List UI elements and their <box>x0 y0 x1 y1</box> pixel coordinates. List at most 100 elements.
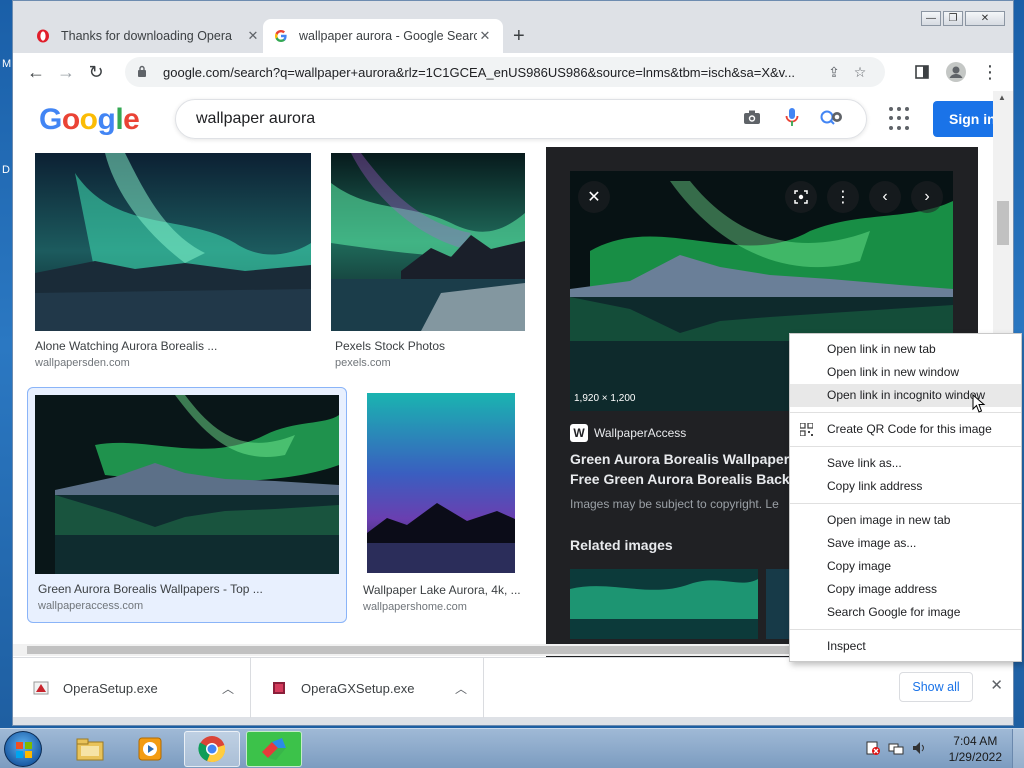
scroll-up-icon[interactable]: ▲ <box>998 93 1006 102</box>
tab-google-search[interactable]: wallpaper aurora - Google Search ✕ <box>263 19 503 53</box>
menu-item-open-image-new-tab[interactable]: Open image in new tab <box>790 509 1021 532</box>
close-preview-icon[interactable]: ✕ <box>578 181 610 213</box>
camera-icon[interactable] <box>732 109 772 130</box>
start-button[interactable] <box>4 731 42 767</box>
result-source[interactable]: pexels.com <box>335 357 391 369</box>
preview-site[interactable]: W WallpaperAccess <box>570 424 686 442</box>
mouse-cursor-icon <box>972 394 986 413</box>
google-logo-letter: e <box>123 103 140 136</box>
close-shelf-icon[interactable]: ✕ <box>990 676 1003 694</box>
menu-item-search-google-for-image[interactable]: Search Google for image <box>790 601 1021 624</box>
preview-title[interactable]: Green Aurora Borealis Wallpaper Free Gre… <box>570 449 800 489</box>
result-thumbnail[interactable] <box>35 395 339 574</box>
chevron-up-icon[interactable]: ︿ <box>216 680 240 697</box>
menu-separator <box>790 503 1021 504</box>
related-images-heading: Related images <box>570 537 673 553</box>
menu-item-open-link-new-window[interactable]: Open link in new window <box>790 361 1021 384</box>
preview-title-line[interactable]: Free Green Aurora Borealis Backg <box>570 469 800 489</box>
back-button[interactable]: ← <box>21 57 51 87</box>
menu-separator <box>790 412 1021 413</box>
close-tab-icon[interactable]: ✕ <box>245 28 261 44</box>
reload-button[interactable]: ↻ <box>81 57 111 87</box>
result-source[interactable]: wallpapersden.com <box>35 357 130 369</box>
menu-item-save-link-as[interactable]: Save link as... <box>790 452 1021 475</box>
menu-item-open-link-new-tab[interactable]: Open link in new tab <box>790 338 1021 361</box>
tab-strip: Thanks for downloading Opera ✕ wallpaper… <box>13 19 1013 53</box>
previous-image-icon[interactable]: ‹ <box>869 181 901 213</box>
desktop-icon-label: D <box>2 164 10 176</box>
tab-opera-download[interactable]: Thanks for downloading Opera ✕ <box>25 19 271 53</box>
result-source[interactable]: wallpapershome.com <box>363 601 467 613</box>
forward-button[interactable]: → <box>51 57 81 87</box>
close-tab-icon[interactable]: ✕ <box>477 28 493 44</box>
taskbar: 7:04 AM 1/29/2022 <box>0 728 1024 768</box>
result-caption[interactable]: Wallpaper Lake Aurora, 4k, ... <box>363 583 521 597</box>
copyright-notice: Images may be subject to copyright. Le <box>570 497 779 511</box>
network-icon[interactable] <box>888 741 904 758</box>
preview-title-line[interactable]: Green Aurora Borealis Wallpaper <box>570 449 800 469</box>
menu-item-copy-link-address[interactable]: Copy link address <box>790 475 1021 498</box>
menu-item-create-qr-code[interactable]: Create QR Code for this image <box>790 418 1021 441</box>
qr-code-icon <box>800 423 813 436</box>
chevron-up-icon[interactable]: ︿ <box>449 680 473 697</box>
google-header: Google wallpaper aurora Sign in <box>13 91 993 147</box>
menu-item-inspect[interactable]: Inspect <box>790 635 1021 658</box>
next-image-icon[interactable]: › <box>911 181 943 213</box>
google-logo-letter: l <box>115 103 124 136</box>
url-text[interactable]: google.com/search?q=wallpaper+aurora&rlz… <box>163 65 821 80</box>
system-clock[interactable]: 7:04 AM 1/29/2022 <box>949 733 1002 765</box>
image-result[interactable]: Alone Watching Aurora Borealis ... wallp… <box>31 149 331 379</box>
clock-time: 7:04 AM <box>953 734 998 748</box>
menu-item-save-image-as[interactable]: Save image as... <box>790 532 1021 555</box>
more-menu-icon[interactable]: ⋮ <box>975 57 1005 87</box>
lens-icon[interactable] <box>785 181 817 213</box>
scrollbar-thumb[interactable] <box>27 646 847 654</box>
download-filename[interactable]: OperaGXSetup.exe <box>301 681 449 696</box>
result-caption[interactable]: Pexels Stock Photos <box>335 339 445 353</box>
menu-item-copy-image-address[interactable]: Copy image address <box>790 578 1021 601</box>
scrollbar-thumb[interactable] <box>997 201 1009 245</box>
lock-icon[interactable] <box>137 65 153 80</box>
download-item[interactable]: OperaSetup.exe ︿ <box>13 658 251 718</box>
preview-more-icon[interactable]: ⋮ <box>827 181 859 213</box>
clock-date: 1/29/2022 <box>948 750 1002 764</box>
bookmark-star-icon[interactable]: ☆ <box>847 64 873 81</box>
result-thumbnail[interactable] <box>331 153 525 331</box>
show-all-downloads-button[interactable]: Show all <box>899 672 973 702</box>
result-thumbnail[interactable] <box>367 393 515 573</box>
download-item[interactable]: OperaGXSetup.exe ︿ <box>251 658 484 718</box>
image-result[interactable]: Pexels Stock Photos pexels.com <box>331 149 531 379</box>
media-player-taskbar-icon[interactable] <box>122 731 178 767</box>
microphone-icon[interactable] <box>772 107 812 132</box>
new-tab-button[interactable]: + <box>513 25 525 48</box>
search-box[interactable]: wallpaper aurora <box>175 99 867 139</box>
system-tray <box>866 741 928 758</box>
result-thumbnail[interactable] <box>35 153 311 331</box>
image-result-selected[interactable]: Green Aurora Borealis Wallpapers - Top .… <box>27 387 347 623</box>
result-source[interactable]: wallpaperaccess.com <box>38 600 143 612</box>
menu-item-open-link-incognito[interactable]: Open link in incognito window <box>790 384 1021 407</box>
search-query[interactable]: wallpaper aurora <box>196 110 732 128</box>
image-result[interactable]: Wallpaper Lake Aurora, 4k, ... wallpaper… <box>363 391 543 617</box>
search-by-image-icon[interactable] <box>812 106 852 133</box>
result-caption[interactable]: Green Aurora Borealis Wallpapers - Top .… <box>38 582 263 596</box>
show-desktop-button[interactable] <box>1012 729 1024 768</box>
preview-site-name[interactable]: WallpaperAccess <box>594 426 686 440</box>
side-panel-icon[interactable] <box>907 57 937 87</box>
google-logo-letter: o <box>79 103 98 136</box>
google-logo-letter: G <box>39 103 62 136</box>
share-icon[interactable]: ⇪ <box>821 64 847 81</box>
action-center-icon[interactable] <box>866 741 880 758</box>
menu-item-copy-image[interactable]: Copy image <box>790 555 1021 578</box>
google-apps-icon[interactable] <box>889 107 913 131</box>
download-filename[interactable]: OperaSetup.exe <box>63 681 216 696</box>
result-caption[interactable]: Alone Watching Aurora Borealis ... <box>35 339 217 353</box>
explorer-taskbar-icon[interactable] <box>62 731 118 767</box>
google-logo[interactable]: Google <box>39 103 140 137</box>
chrome-taskbar-icon[interactable] <box>184 731 240 767</box>
profile-avatar-icon[interactable] <box>941 57 971 87</box>
address-bar[interactable]: google.com/search?q=wallpaper+aurora&rlz… <box>125 57 885 87</box>
sign-in-button[interactable]: Sign in <box>933 101 993 137</box>
volume-icon[interactable] <box>912 741 928 758</box>
installer-taskbar-icon[interactable] <box>246 731 302 767</box>
